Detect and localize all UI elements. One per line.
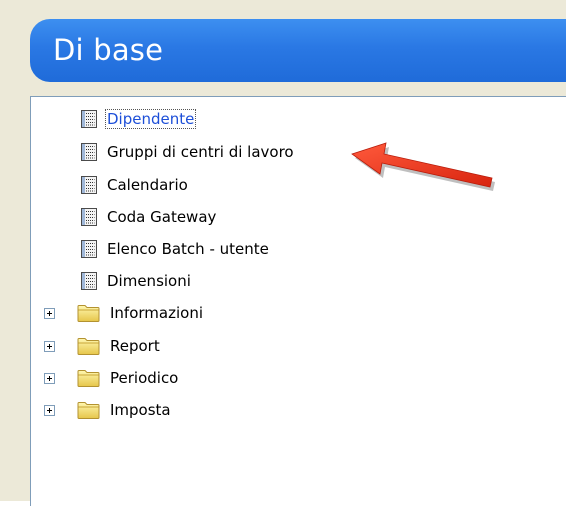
plus-icon[interactable] <box>44 373 55 384</box>
tree-item-label: Calendario <box>107 176 188 194</box>
folder-icon <box>77 338 100 355</box>
tree-folder-label: Imposta <box>110 401 171 419</box>
tree-item-dimensioni[interactable]: Dimensioni <box>80 271 193 291</box>
tree-folder-imposta[interactable]: Imposta <box>77 400 173 420</box>
report-doc-icon <box>81 176 97 194</box>
report-doc-icon <box>81 208 97 226</box>
tree-item-dipendente[interactable]: Dipendente <box>80 109 197 129</box>
tree-folder-label: Report <box>110 337 160 355</box>
tree-item-elenco-batch-utente[interactable]: Elenco Batch - utente <box>80 239 271 259</box>
tree-item-calendario[interactable]: Calendario <box>80 175 190 195</box>
plus-icon[interactable] <box>44 341 55 352</box>
section-header: Di base <box>30 19 566 82</box>
tree-folder-label: Periodico <box>110 369 179 387</box>
window-chrome-strip <box>0 96 30 501</box>
tree-item-coda-gateway[interactable]: Coda Gateway <box>80 207 218 227</box>
report-doc-icon <box>81 110 97 128</box>
plus-icon[interactable] <box>44 405 55 416</box>
tree-folder-periodico[interactable]: Periodico <box>77 368 180 388</box>
folder-icon <box>77 305 100 322</box>
tree-folder-report[interactable]: Report <box>77 336 162 356</box>
tree-item-label: Gruppi di centri di lavoro <box>107 143 294 161</box>
folder-icon <box>77 402 100 419</box>
folder-icon <box>77 370 100 387</box>
tree-folder-label: Informazioni <box>110 304 203 322</box>
report-doc-icon <box>81 240 97 258</box>
tree-item-gruppi-centri-lavoro[interactable]: Gruppi di centri di lavoro <box>80 142 296 162</box>
plus-icon[interactable] <box>44 308 55 319</box>
report-doc-icon <box>81 272 97 290</box>
tree-item-label: Elenco Batch - utente <box>107 240 269 258</box>
report-doc-icon <box>81 143 97 161</box>
tree-item-label: Dimensioni <box>107 272 191 290</box>
tree-item-label: Coda Gateway <box>107 208 217 226</box>
tree-folder-informazioni[interactable]: Informazioni <box>77 303 205 323</box>
tree-item-label: Dipendente <box>105 109 197 129</box>
section-title: Di base <box>53 33 164 67</box>
annotation-arrow-icon <box>351 142 495 191</box>
